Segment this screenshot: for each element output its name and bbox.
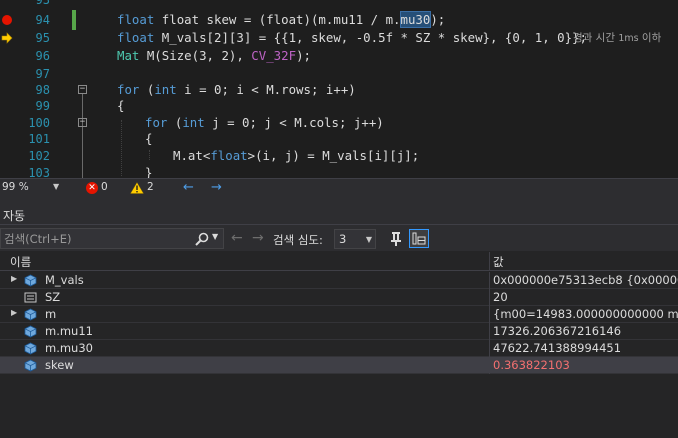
zoom-dropdown-icon[interactable]: ▼	[53, 182, 59, 191]
zoom-level[interactable]: 99 %	[2, 181, 29, 193]
collapse-region-button[interactable]: −	[78, 118, 87, 127]
search-options-dropdown-icon[interactable]: ▼	[212, 232, 218, 241]
variable-row[interactable]: ▶ M_vals 0x000000e75313ecb8 {0x000000e75…	[0, 272, 678, 289]
current-statement-marker	[0, 28, 14, 48]
code-line: 94 float float skew = (float)(m.mu11 / m…	[0, 10, 678, 30]
navigate-back-icon[interactable]: ←	[183, 179, 194, 196]
search-previous-icon[interactable]: ←	[231, 230, 243, 246]
line-number: 94	[35, 13, 50, 27]
variable-row[interactable]: SZ 20	[0, 289, 678, 306]
variable-name: M_vals	[45, 273, 84, 287]
collapse-region-button[interactable]: −	[78, 85, 87, 94]
search-input[interactable]	[4, 231, 190, 247]
code-line: 96 Mat M(Size(3, 2), CV_32F);	[0, 46, 678, 66]
variable-name: SZ	[45, 290, 61, 304]
search-box[interactable]: ▼	[0, 228, 224, 249]
code-text[interactable]: }	[145, 163, 152, 178]
highlighted-word: mu30	[399, 11, 432, 28]
variable-row[interactable]: m.mu11 17326.206367216146	[0, 323, 678, 340]
field-icon	[24, 325, 37, 338]
current-line-arrow-icon	[1, 32, 13, 44]
column-divider	[489, 272, 490, 289]
column-divider	[489, 289, 490, 306]
variable-value[interactable]: {m00=14983.000000000000 m10=14	[493, 307, 678, 321]
search-depth-value: 3	[339, 232, 347, 246]
code-line-current: 95 float M_vals[2][3] = {{1, skew, -0.5f…	[0, 28, 678, 48]
column-divider	[489, 323, 490, 340]
variable-value[interactable]: 20	[493, 290, 678, 304]
error-icon[interactable]: ✕	[86, 182, 98, 194]
variable-name: m.mu11	[45, 324, 93, 338]
code-segment: );	[430, 12, 446, 27]
field-icon	[24, 274, 37, 287]
warning-icon[interactable]	[130, 182, 144, 194]
column-divider	[489, 306, 490, 323]
variable-value[interactable]: 0x000000e75313ecb8 {0x000000e753	[493, 273, 678, 287]
search-icon[interactable]	[195, 232, 209, 246]
column-header-name[interactable]: 이름	[10, 254, 31, 270]
hex-display-toggle[interactable]	[409, 229, 429, 248]
autos-header: 자동	[0, 197, 678, 227]
expand-arrow-icon[interactable]: ▶	[11, 274, 17, 283]
editor-status-strip: 99 % ▼ ✕ 0 2 ← →	[0, 178, 678, 197]
line-number: 95	[35, 31, 50, 45]
variable-value[interactable]: 47622.741388994451	[493, 341, 678, 355]
search-next-icon[interactable]: →	[252, 230, 264, 246]
line-number: 96	[35, 49, 50, 63]
code-text[interactable]: float M_vals[2][3] = {{1, skew, -0.5f * …	[117, 28, 587, 48]
divider	[0, 224, 678, 225]
breakpoint-marker[interactable]	[0, 10, 14, 30]
variable-value[interactable]: 17326.206367216146	[493, 324, 678, 338]
autos-title[interactable]: 자동	[3, 207, 25, 224]
field-icon	[24, 359, 37, 372]
variable-row[interactable]: m.mu30 47622.741388994451	[0, 340, 678, 357]
search-depth-label: 검색 심도:	[273, 233, 323, 247]
change-indicator	[72, 10, 76, 30]
variable-value-changed[interactable]: 0.363822103	[493, 358, 678, 372]
variable-name: m.mu30	[45, 341, 93, 355]
autos-window: 자동 ▼ ← → 검색 심도: 3 ▼	[0, 197, 678, 438]
autos-toolbar: ▼ ← → 검색 심도: 3 ▼	[0, 227, 678, 251]
grid-header: 이름 값	[0, 252, 678, 271]
line-number: 103	[28, 166, 50, 178]
breakpoint-icon[interactable]	[2, 15, 12, 25]
column-divider	[489, 357, 490, 374]
column-divider	[489, 340, 490, 357]
field-icon	[24, 342, 37, 355]
field-icon	[24, 308, 37, 321]
variable-name: skew	[45, 358, 74, 372]
variable-name: m	[45, 307, 57, 321]
variable-row-selected[interactable]: skew 0.363822103	[0, 357, 678, 374]
code-segment: float skew = (float)(m.mu11 / m.	[161, 12, 401, 27]
error-count[interactable]: 0	[101, 181, 108, 193]
column-header-value[interactable]: 값	[493, 254, 504, 270]
variable-row[interactable]: ▶ m {m00=14983.000000000000 m10=14	[0, 306, 678, 323]
search-depth-select[interactable]: 3 ▼	[334, 229, 376, 249]
chevron-down-icon: ▼	[365, 235, 372, 244]
line-number: 93	[35, 0, 50, 7]
code-line: 93	[0, 0, 678, 10]
hex-icon	[412, 232, 426, 245]
pin-icon[interactable]	[386, 229, 406, 248]
code-line: 103 }	[0, 163, 678, 178]
warning-count[interactable]: 2	[147, 181, 154, 193]
constant-icon	[24, 292, 37, 303]
navigate-forward-icon[interactable]: →	[211, 179, 222, 196]
code-text[interactable]: Mat M(Size(3, 2), CV_32F);	[117, 46, 311, 66]
code-text[interactable]: float float skew = (float)(m.mu11 / m.mu…	[117, 10, 445, 30]
expand-arrow-icon[interactable]: ▶	[11, 308, 17, 317]
column-divider[interactable]	[489, 252, 490, 271]
keyword-float: float	[117, 12, 155, 27]
code-editor[interactable]: 93 94 float float skew = (float)(m.mu11 …	[0, 0, 678, 178]
